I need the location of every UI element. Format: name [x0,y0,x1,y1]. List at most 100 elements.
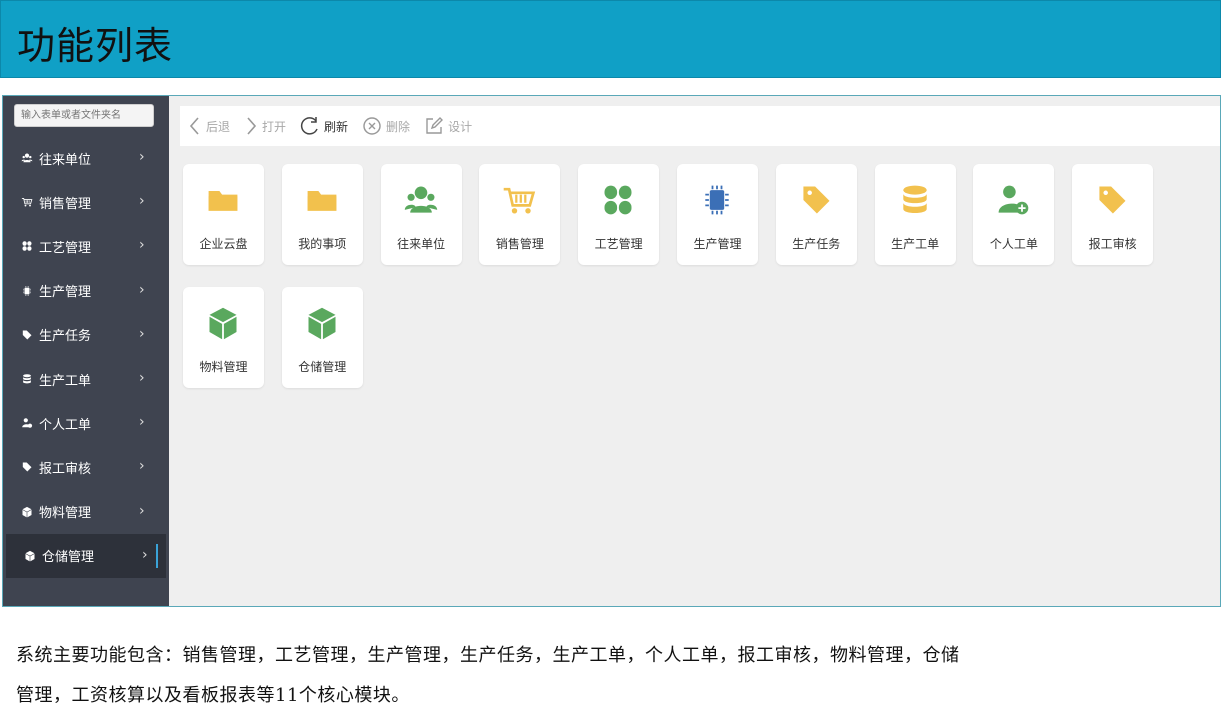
chevron-right-icon: › [139,281,145,298]
refresh-label: 刷新 [324,119,349,134]
chevron-right-icon: › [139,237,145,254]
chevron-right-icon: › [139,458,145,475]
chevron-left-icon [189,117,199,135]
sidebar-item[interactable]: 仓储管理 › [6,533,166,578]
cube-icon [24,550,36,562]
app-tile[interactable]: 报工审核 [1072,164,1154,265]
tile-label: 生产管理 [693,237,742,251]
cube-icon [203,303,243,343]
sidebar-item[interactable]: 报工审核 › [3,445,169,489]
sidebar-item[interactable]: 生产任务 › [3,313,169,357]
tile-label: 我的事项 [298,237,347,251]
caption: 系统主要功能包含：销售管理，工艺管理，生产管理，生产任务，生产工单，个人工单，报… [16,636,1216,714]
cube-icon [302,303,342,343]
cart-icon [499,180,539,220]
back-label: 后退 [206,119,231,134]
sidebar-item-label: 生产管理 [39,285,92,301]
sidebar-item-label: 销售管理 [39,196,92,212]
clover-icon [21,240,33,252]
sidebar-item[interactable]: 生产管理 › [3,269,169,313]
sidebar-item-label: 个人工单 [39,417,92,433]
sidebar-item-label: 生产任务 [39,329,92,345]
sidebar-item-label: 工艺管理 [39,240,92,256]
folder-icon [203,180,243,220]
sidebar-item[interactable]: 个人工单 › [3,401,169,445]
folder-icon [302,180,342,220]
back-button[interactable]: 后退 [188,116,230,136]
sidebar-item[interactable]: 物料管理 › [3,490,169,534]
search-input[interactable] [14,104,154,127]
sidebar-item-label: 往来单位 [39,152,92,168]
tile-label: 企业云盘 [199,237,248,251]
tag-icon [1092,180,1132,220]
refresh-button[interactable]: 刷新 [300,116,348,136]
open-label: 打开 [262,119,287,134]
app-tile[interactable]: 物料管理 [183,287,264,388]
sidebar-item[interactable]: 往来单位 › [3,136,169,180]
app-tile[interactable]: 往来单位 [380,164,462,265]
app-tile[interactable]: 销售管理 [479,164,561,265]
chevron-right-icon: › [139,414,145,431]
sidebar-item[interactable]: 生产工单 › [3,357,169,401]
sidebar-item-label: 生产工单 [39,373,92,389]
caption-line-2: 管理，工资核算以及看板报表等11个核心模块。 [16,685,410,706]
tile-label: 往来单位 [397,237,446,251]
tile-label: 生产任务 [792,237,841,251]
tag-icon [21,461,33,473]
toolbar: 后退 打开 刷新 删除 设计 [180,106,1220,146]
close-circle-icon [363,117,381,135]
tile-label: 生产工单 [891,237,940,251]
tag-icon [21,329,33,341]
tile-label: 仓储管理 [298,360,347,374]
app-tile[interactable]: 生产工单 [874,164,956,265]
edit-icon [426,117,444,134]
app-window: 往来单位 › 销售管理 › 工艺管理 › 生产管理 › 生产任务 › 生产工单 › 个人工单 › 报工审核 ›… [2,95,1221,607]
caption-line-1: 系统主要功能包含：销售管理，工艺管理，生产管理，生产任务，生产工单，个人工单，报… [16,645,960,666]
open-button[interactable]: 打开 [244,116,286,136]
chevron-right-icon: › [142,546,148,563]
cube-icon [21,506,33,518]
active-indicator [156,543,158,568]
chip-icon [697,180,737,220]
database-icon [21,373,33,385]
chevron-right-icon: › [139,370,145,386]
sidebar: 往来单位 › 销售管理 › 工艺管理 › 生产管理 › 生产任务 › 生产工单 › 个人工单 › 报工审核 ›… [3,96,169,606]
chevron-right-icon: › [139,149,145,165]
cart-icon [21,196,33,208]
database-icon [895,180,935,220]
tile-label: 报工审核 [1088,237,1137,251]
app-tile[interactable]: 仓储管理 [281,287,363,388]
sidebar-item[interactable]: 工艺管理 › [3,224,169,268]
app-tile[interactable]: 生产任务 [775,164,857,265]
app-tile[interactable]: 企业云盘 [183,164,264,265]
design-button[interactable]: 设计 [424,116,472,136]
app-tile[interactable]: 生产管理 [677,164,758,265]
sidebar-item-label: 报工审核 [39,461,92,477]
chevron-right-icon: › [139,502,145,519]
clover-icon [598,180,638,220]
user-add-icon [993,180,1033,220]
tile-label: 个人工单 [989,237,1038,251]
refresh-icon [300,117,318,135]
sidebar-item-label: 仓储管理 [42,550,95,566]
app-tile[interactable]: 个人工单 [973,164,1055,265]
app-tile[interactable]: 我的事项 [281,164,363,265]
delete-label: 删除 [386,119,411,134]
tag-icon [796,180,836,220]
banner-title: 功能列表 [17,24,174,68]
users-icon [21,152,33,164]
sidebar-item[interactable]: 销售管理 › [3,180,169,224]
chevron-right-icon: › [139,193,145,210]
app-tile[interactable]: 工艺管理 [578,164,660,265]
tile-label: 物料管理 [199,360,248,374]
tile-label: 工艺管理 [594,237,643,251]
banner: 功能列表 [0,0,1221,78]
design-label: 设计 [448,119,473,134]
chevron-right-icon: › [139,325,145,342]
chevron-right-icon [247,117,257,135]
user-add-icon [21,417,33,429]
tile-label: 销售管理 [495,237,544,251]
delete-button[interactable]: 删除 [362,116,410,136]
users-icon [401,180,441,220]
chip-icon [21,285,33,297]
